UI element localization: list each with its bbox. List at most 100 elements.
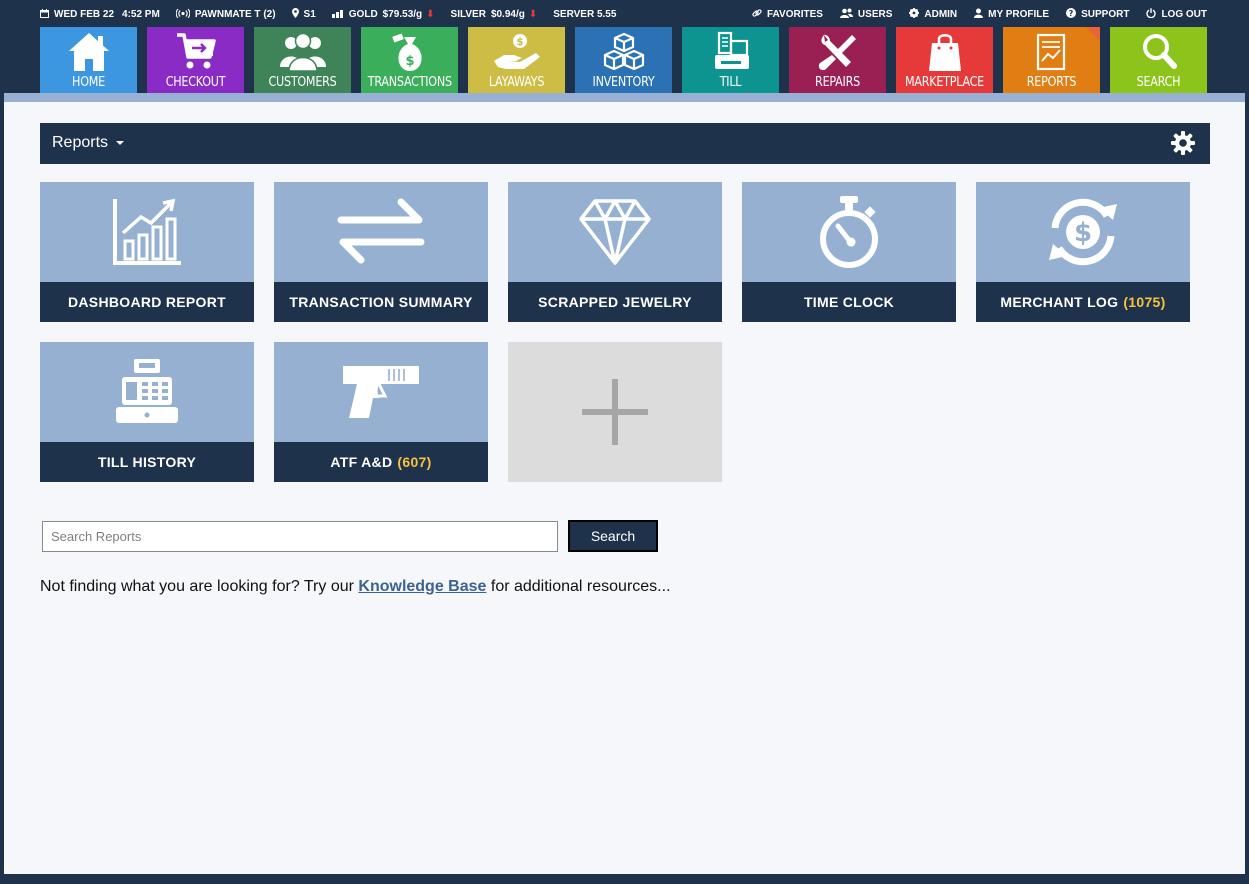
house-icon xyxy=(68,33,109,71)
tile-label-bar: TRANSACTION SUMMARY xyxy=(274,282,488,322)
nav-till[interactable]: TILL xyxy=(682,27,779,93)
search-button[interactable]: Search xyxy=(568,520,658,552)
date-text: WED FEB 22 xyxy=(54,9,115,20)
nav-search-label: SEARCH xyxy=(1136,75,1181,90)
register-icon xyxy=(714,31,749,69)
power-icon xyxy=(1146,8,1157,21)
nav-transactions-label: TRANSACTIONS xyxy=(367,75,452,90)
status-bar: WED FEB 22 4:52 PM PAWNMATE T (2) S1 GOL… xyxy=(0,0,1249,27)
knowledge-base-link[interactable]: Knowledge Base xyxy=(358,578,486,595)
link-icon xyxy=(752,8,762,21)
search-reports-input[interactable] xyxy=(42,521,558,552)
favorites-link[interactable]: FAVORITES xyxy=(752,8,823,21)
nav-reports[interactable]: REPORTS xyxy=(1003,27,1100,93)
silver-price: $0.94/g xyxy=(490,9,525,20)
report-tile-time-clock[interactable]: TIME CLOCK xyxy=(742,182,956,322)
shopping-bag-icon xyxy=(928,34,961,71)
nav-checkout[interactable]: CHECKOUT xyxy=(147,27,244,93)
tile-label-bar: TILL HISTORY xyxy=(40,442,254,482)
svg-text:$: $ xyxy=(516,37,523,48)
nav-transactions[interactable]: $ TRANSACTIONS xyxy=(361,27,458,93)
nav-till-label: TILL xyxy=(719,75,742,90)
caret-down-icon xyxy=(116,141,125,145)
nav-inventory[interactable]: INVENTORY xyxy=(575,27,672,93)
support-link[interactable]: ? SUPPORT xyxy=(1066,8,1129,21)
map-pin-icon xyxy=(291,8,299,21)
svg-text:$: $ xyxy=(405,54,414,69)
report-count-badge: (1075) xyxy=(1123,294,1166,310)
admin-link[interactable]: ADMIN xyxy=(909,8,957,21)
nav-customers[interactable]: CUSTOMERS xyxy=(254,27,351,93)
cog-icon xyxy=(909,8,920,21)
nav-home[interactable]: HOME xyxy=(40,27,137,93)
nav-search[interactable]: SEARCH xyxy=(1110,27,1207,93)
users-label: USERS xyxy=(857,9,893,20)
nav-repairs-label: REPAIRS xyxy=(815,75,860,90)
reports-dropdown[interactable]: Reports xyxy=(52,134,125,152)
svg-text:?: ? xyxy=(1069,9,1074,18)
report-tile-merchant-log[interactable]: $ MERCHANT LOG (1075) xyxy=(976,182,1190,322)
silver-down-arrow-icon: ⬇ xyxy=(528,9,538,20)
top-links: FAVORITES USERS ADMIN MY PROFILE ? SUPPO… xyxy=(735,8,1207,21)
report-label: TRANSACTION SUMMARY xyxy=(289,294,473,310)
report-label: TILL HISTORY xyxy=(97,454,197,470)
content-frame: Reports DASHBOARD REPORT TRANSACTION SUM… xyxy=(4,93,1245,874)
people-icon xyxy=(279,32,326,72)
device-text: PAWNMATE T (2) xyxy=(194,9,276,20)
tile-icon-area xyxy=(742,182,956,282)
nav-layaways[interactable]: $ LAYAWAYS xyxy=(468,27,565,93)
report-label: TIME CLOCK xyxy=(803,294,895,310)
help-suffix: for additional resources... xyxy=(486,578,671,595)
tools-icon xyxy=(818,34,856,71)
report-tile-dashboard[interactable]: DASHBOARD REPORT xyxy=(40,182,254,322)
gold-down-arrow-icon: ⬇ xyxy=(426,9,435,20)
nav-marketplace[interactable]: MARKETPLACE xyxy=(896,27,993,93)
users-icon xyxy=(839,8,853,21)
dollar-refresh-icon: $ xyxy=(1049,198,1117,266)
calendar-icon xyxy=(40,8,49,21)
gear-icon xyxy=(1171,131,1195,155)
report-icon xyxy=(1036,33,1065,71)
log-out-link[interactable]: LOG OUT xyxy=(1146,8,1207,21)
settings-gear-button[interactable] xyxy=(1171,131,1195,160)
report-tile-till-history[interactable]: TILL HISTORY xyxy=(40,342,254,482)
users-link[interactable]: USERS xyxy=(839,8,893,21)
favorites-label: FAVORITES xyxy=(766,9,823,20)
nav-repairs[interactable]: REPAIRS xyxy=(789,27,886,93)
swap-arrows-icon xyxy=(337,198,425,264)
tile-icon-area xyxy=(274,342,488,442)
support-label: SUPPORT xyxy=(1081,9,1130,20)
report-count-badge: (607) xyxy=(397,454,432,470)
gold-price: $79.53/g xyxy=(382,9,423,20)
date-item: WED FEB 22 4:52 PM xyxy=(40,8,160,21)
my-profile-label: MY PROFILE xyxy=(988,9,1050,20)
add-report-tile[interactable] xyxy=(508,342,722,482)
hand-coin-icon: $ xyxy=(493,34,540,69)
tile-label-bar: MERCHANT LOG (1075) xyxy=(976,282,1190,322)
tile-label-bar: ATF A&D (607) xyxy=(274,442,488,482)
time-text: 4:52 PM xyxy=(122,9,160,20)
nav-customers-label: CUSTOMERS xyxy=(268,75,337,90)
broadcast-icon xyxy=(175,8,191,21)
plus-icon xyxy=(582,379,648,445)
cart-icon xyxy=(176,33,216,69)
diamond-icon xyxy=(579,199,651,265)
store-item: S1 xyxy=(291,8,316,21)
tile-icon-area xyxy=(274,182,488,282)
my-profile-link[interactable]: MY PROFILE xyxy=(974,8,1049,21)
report-tile-scrapped-jewelry[interactable]: SCRAPPED JEWELRY xyxy=(508,182,722,322)
pistol-icon xyxy=(343,366,419,418)
nav-checkout-label: CHECKOUT xyxy=(165,75,226,90)
gold-label: GOLD xyxy=(348,9,378,20)
main-nav: HOME CHECKOUT CUSTOMERS $ TRANSACTIONS $… xyxy=(40,27,1207,93)
report-label: MERCHANT LOG xyxy=(1000,294,1119,310)
money-bag-icon: $ xyxy=(391,33,422,71)
nav-marketplace-label: MARKETPLACE xyxy=(904,75,984,90)
report-label: SCRAPPED JEWELRY xyxy=(538,294,692,310)
tile-icon-area xyxy=(40,182,254,282)
report-tile-transaction-summary[interactable]: TRANSACTION SUMMARY xyxy=(274,182,488,322)
help-prefix: Not finding what you are looking for? Tr… xyxy=(40,578,359,595)
nav-home-label: HOME xyxy=(72,75,105,90)
report-tile-atf-ad[interactable]: ATF A&D (607) xyxy=(274,342,488,482)
boxes-icon xyxy=(603,32,644,71)
